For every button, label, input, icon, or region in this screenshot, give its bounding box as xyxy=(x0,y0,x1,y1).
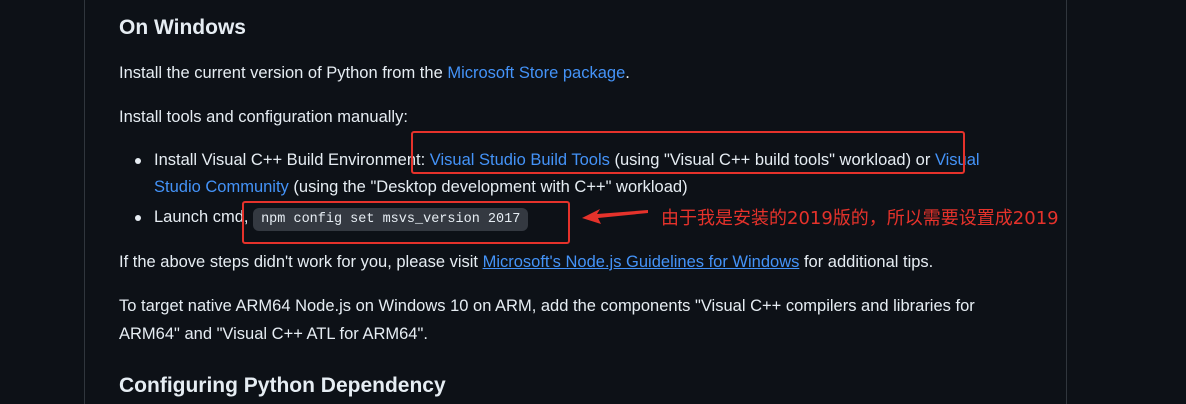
install-python-text: Install the current version of Python fr… xyxy=(119,64,448,82)
guidelines-suffix: for additional tips. xyxy=(799,253,934,271)
build-env-text: Install Visual C++ Build Environment: xyxy=(154,151,430,169)
guidelines-prefix: If the above steps didn't work for you, … xyxy=(119,253,483,271)
bullet-icon xyxy=(135,158,141,164)
install-python-period: . xyxy=(625,64,630,82)
highlight-box-npm-config xyxy=(242,201,570,244)
vs-community-link-part2[interactable]: Studio Community xyxy=(154,178,289,196)
install-python-paragraph: Install the current version of Python fr… xyxy=(119,60,630,86)
desktop-workload-text: (using the "Desktop development with C++… xyxy=(288,178,688,196)
arm64-line-1: To target native ARM64 Node.js on Window… xyxy=(119,297,975,315)
annotation-note: 由于我是安装的2019版的，所以需要设置成2019 xyxy=(661,208,1059,229)
microsoft-store-link[interactable]: Microsoft Store package xyxy=(447,64,625,82)
arm64-paragraph: To target native ARM64 Node.js on Window… xyxy=(119,292,975,348)
page: On Windows Install the current version o… xyxy=(0,0,1186,404)
guidelines-paragraph: If the above steps didn't work for you, … xyxy=(119,249,933,275)
heading-configuring-python: Configuring Python Dependency xyxy=(119,374,446,397)
heading-on-windows: On Windows xyxy=(119,16,246,39)
arm64-line-2: ARM64" and "Visual C++ ATL for ARM64". xyxy=(119,325,428,343)
nodejs-guidelines-link[interactable]: Microsoft's Node.js Guidelines for Windo… xyxy=(483,253,800,271)
bullet-icon xyxy=(135,215,141,221)
install-tools-paragraph: Install tools and configuration manually… xyxy=(119,108,408,126)
annotation-arrow-icon xyxy=(582,209,648,224)
highlight-box-build-tools xyxy=(411,131,965,174)
launch-cmd-text: Launch cmd, xyxy=(154,208,254,226)
